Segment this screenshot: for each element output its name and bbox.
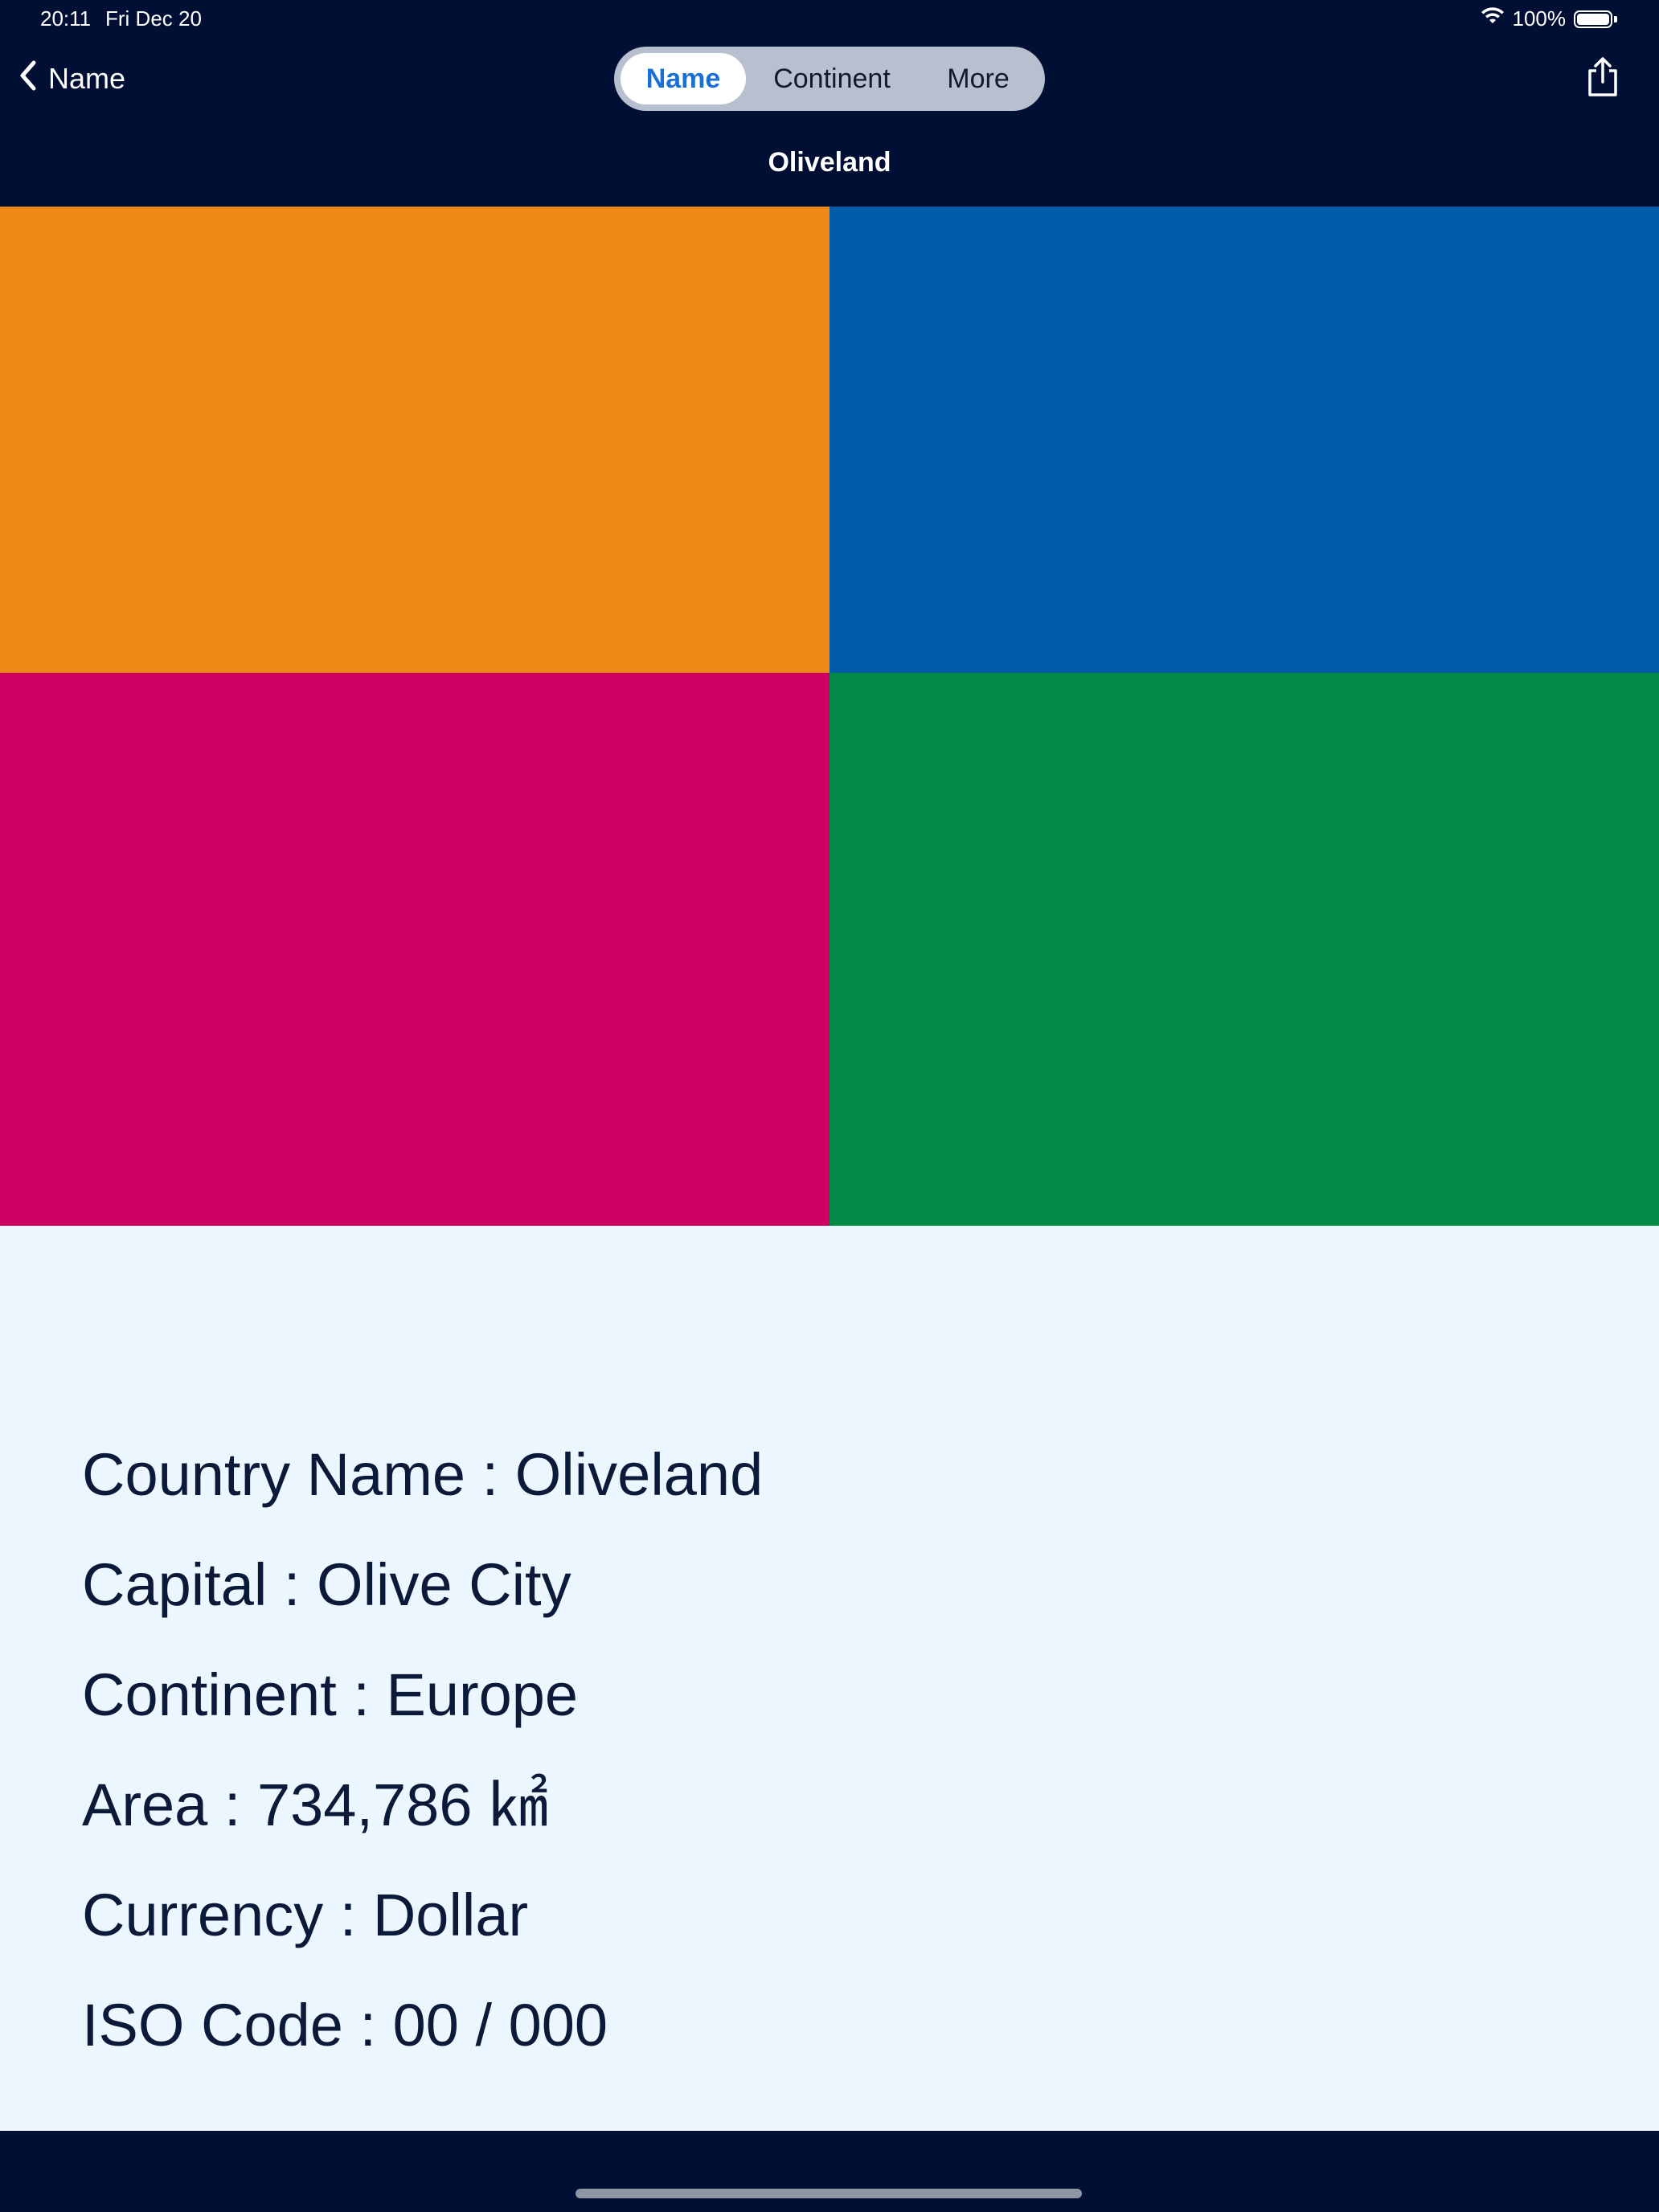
battery-percentage: 100% [1512, 6, 1567, 31]
country-details-panel: Country Name : Oliveland Capital : Olive… [0, 1226, 1659, 2131]
status-indicators: 100% [1481, 6, 1617, 31]
detail-country-name: Country Name : Oliveland [82, 1441, 764, 1508]
segment-continent[interactable]: Continent [746, 53, 918, 104]
detail-capital: Capital : Olive City [82, 1551, 571, 1618]
detail-currency: Currency : Dollar [82, 1882, 529, 1948]
page-title: Oliveland [768, 147, 891, 178]
country-details-list: Country Name : Oliveland Capital : Olive… [82, 1435, 763, 2095]
sort-segmented-control: Name Continent More [614, 47, 1045, 111]
flag-bottom-left-quadrant [0, 673, 830, 1226]
navigation-bar: Name Name Continent More Oliveland [0, 40, 1659, 178]
share-button[interactable] [1579, 55, 1627, 103]
detail-area: Area : 734,786 ㎢ [82, 1772, 549, 1838]
battery-cap [1614, 15, 1617, 23]
segment-name[interactable]: Name [621, 53, 746, 104]
country-flag [0, 207, 1659, 1226]
flag-bottom-right-quadrant [830, 673, 1659, 1226]
detail-continent: Continent : Europe [82, 1661, 579, 1728]
share-icon [1585, 56, 1620, 102]
detail-iso-code: ISO Code : 00 / 000 [82, 1992, 608, 2058]
battery-level [1577, 13, 1609, 25]
flag-top-right-quadrant [830, 207, 1659, 673]
status-date: Fri Dec 20 [105, 6, 202, 31]
back-button-label: Name [48, 62, 126, 95]
status-bar: 20:11 Fri Dec 20 100% [0, 0, 1659, 40]
status-time: 20:11 [40, 6, 92, 31]
battery-icon [1574, 10, 1612, 28]
back-button[interactable]: Name [18, 56, 125, 101]
home-indicator[interactable] [576, 2189, 1082, 2198]
segment-more[interactable]: More [918, 53, 1038, 104]
flag-top-left-quadrant [0, 207, 830, 673]
wifi-icon [1481, 6, 1505, 31]
chevron-left-icon [18, 59, 39, 99]
